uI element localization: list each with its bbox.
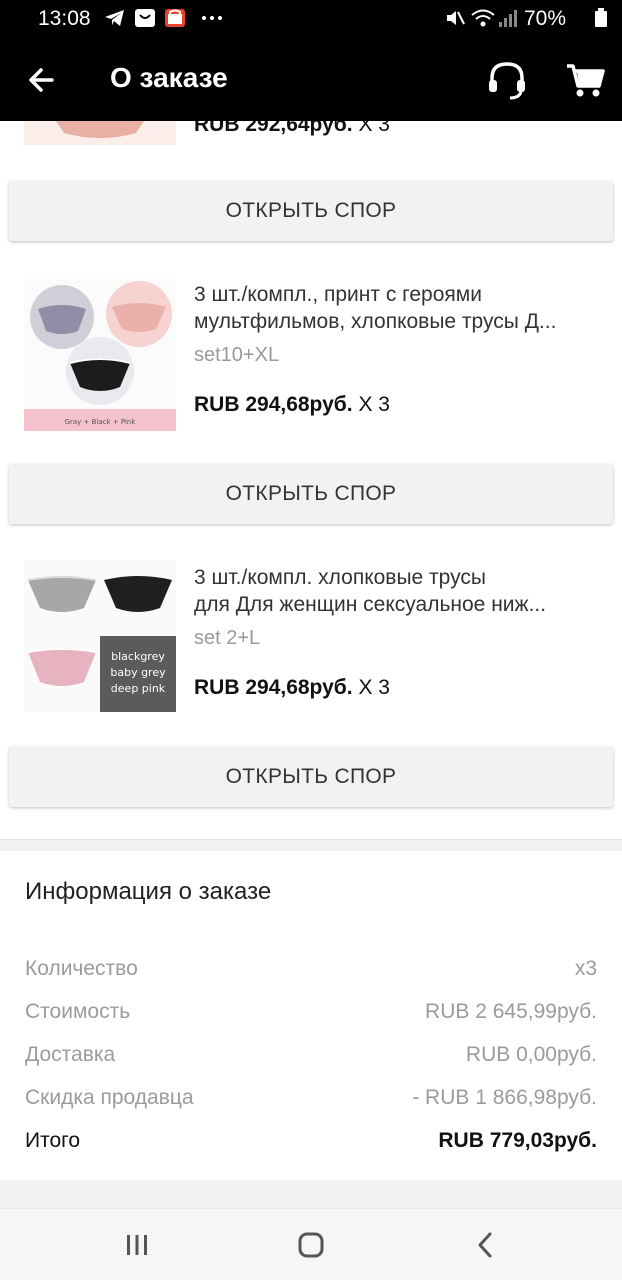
product-thumbnail: Gray + Black + Pink <box>24 279 176 431</box>
list-item-previous[interactable]: RUB 292,64руб. X 3 <box>0 121 622 145</box>
info-row-label: Количество <box>25 957 138 980</box>
wifi-icon <box>471 9 495 27</box>
item-qty: X 3 <box>358 121 390 136</box>
shopping-bag-notification-icon <box>135 9 155 27</box>
thumbnail-caption: Gray + Black + Pink <box>65 418 137 426</box>
list-item[interactable]: blackgrey baby grey deep pink 3 шт./комп… <box>0 554 622 734</box>
item-price-line: RUB 294,68руб. X 3 <box>194 676 390 700</box>
thumbnail-caption-line: baby grey <box>110 666 166 679</box>
panties-image <box>56 121 144 138</box>
back-arrow-icon[interactable] <box>22 60 62 100</box>
item-title-line2: для Для женщин сексуальное ниж... <box>194 593 547 616</box>
product-thumbnail <box>24 121 176 145</box>
more-notifications-icon <box>202 16 222 20</box>
battery-icon <box>595 8 607 27</box>
info-row-label: Стоимость <box>25 1000 131 1023</box>
back-nav-icon[interactable] <box>470 1229 502 1261</box>
shopping-cart-icon[interactable] <box>563 58 607 102</box>
status-bar: 13:08 70% <box>0 0 622 38</box>
order-info-title: Информация о заказе <box>25 878 272 905</box>
item-title[interactable]: 3 шт./компл., принт с героями мультфильм… <box>194 281 602 335</box>
item-title[interactable]: 3 шт./компл. хлопковые трусы для Для жен… <box>194 564 602 618</box>
item-sku: set 2+L <box>194 627 261 649</box>
info-row-value: x3 <box>574 957 597 980</box>
aliexpress-notification-icon <box>165 9 185 27</box>
item-qty: X 3 <box>358 676 390 699</box>
battery-percent: 70% <box>524 7 567 30</box>
order-details-content[interactable]: RUB 292,64руб. X 3 ОТКРЫТЬ СПОР Gray + B… <box>0 121 622 1208</box>
item-sku: set10+XL <box>194 344 280 366</box>
thumbnail-caption-line: deep pink <box>111 682 166 695</box>
product-image-set2: blackgrey baby grey deep pink <box>24 560 176 712</box>
info-row-value: RUB 0,00руб. <box>465 1043 597 1066</box>
item-price-line: RUB 292,64руб. X 3 <box>194 121 390 137</box>
order-info-section: Информация о заказе Количество x3 Стоимо… <box>0 851 622 1181</box>
total-value: RUB 779,03руб. <box>438 1129 597 1152</box>
item-price: RUB 292,64руб. <box>194 121 353 136</box>
info-row-value: RUB 2 645,99руб. <box>425 1000 597 1023</box>
page-title: О заказе <box>110 62 228 93</box>
item-price: RUB 294,68руб. <box>194 676 353 699</box>
open-dispute-button[interactable]: ОТКРЫТЬ СПОР <box>9 747 613 807</box>
item-title-line1: 3 шт./компл. хлопковые трусы <box>194 566 486 589</box>
item-title-line2: мультфильмов, хлопковые трусы Д... <box>194 310 557 333</box>
bottom-spacer <box>0 1180 622 1208</box>
signal-icon <box>499 10 517 27</box>
list-item[interactable]: Gray + Black + Pink 3 шт./компл., принт … <box>0 271 622 451</box>
open-dispute-button[interactable]: ОТКРЫТЬ СПОР <box>9 181 613 241</box>
section-divider <box>0 839 622 851</box>
home-icon[interactable] <box>295 1229 327 1261</box>
open-dispute-button[interactable]: ОТКРЫТЬ СПОР <box>9 464 613 524</box>
info-row-label: Скидка продавца <box>25 1086 194 1109</box>
recent-apps-icon[interactable] <box>121 1229 153 1261</box>
item-title-line1: 3 шт./компл., принт с героями <box>194 283 482 306</box>
system-navigation-bar <box>0 1208 622 1280</box>
item-price: RUB 294,68руб. <box>194 393 353 416</box>
mute-icon <box>447 11 465 25</box>
thumbnail-caption-line: blackgrey <box>111 650 165 663</box>
telegram-icon <box>105 10 124 26</box>
item-qty: X 3 <box>358 393 390 416</box>
product-image-set10: Gray + Black + Pink <box>24 279 176 431</box>
total-label: Итого <box>25 1129 81 1152</box>
status-time: 13:08 <box>38 7 91 30</box>
item-price-line: RUB 294,68руб. X 3 <box>194 393 390 417</box>
app-header: 13:08 70% О заказе <box>0 0 622 121</box>
info-row-label: Доставка <box>25 1043 116 1066</box>
headset-support-icon[interactable] <box>484 56 530 102</box>
product-thumbnail: blackgrey baby grey deep pink <box>24 560 176 712</box>
info-row-value: - RUB 1 866,98руб. <box>412 1086 597 1109</box>
